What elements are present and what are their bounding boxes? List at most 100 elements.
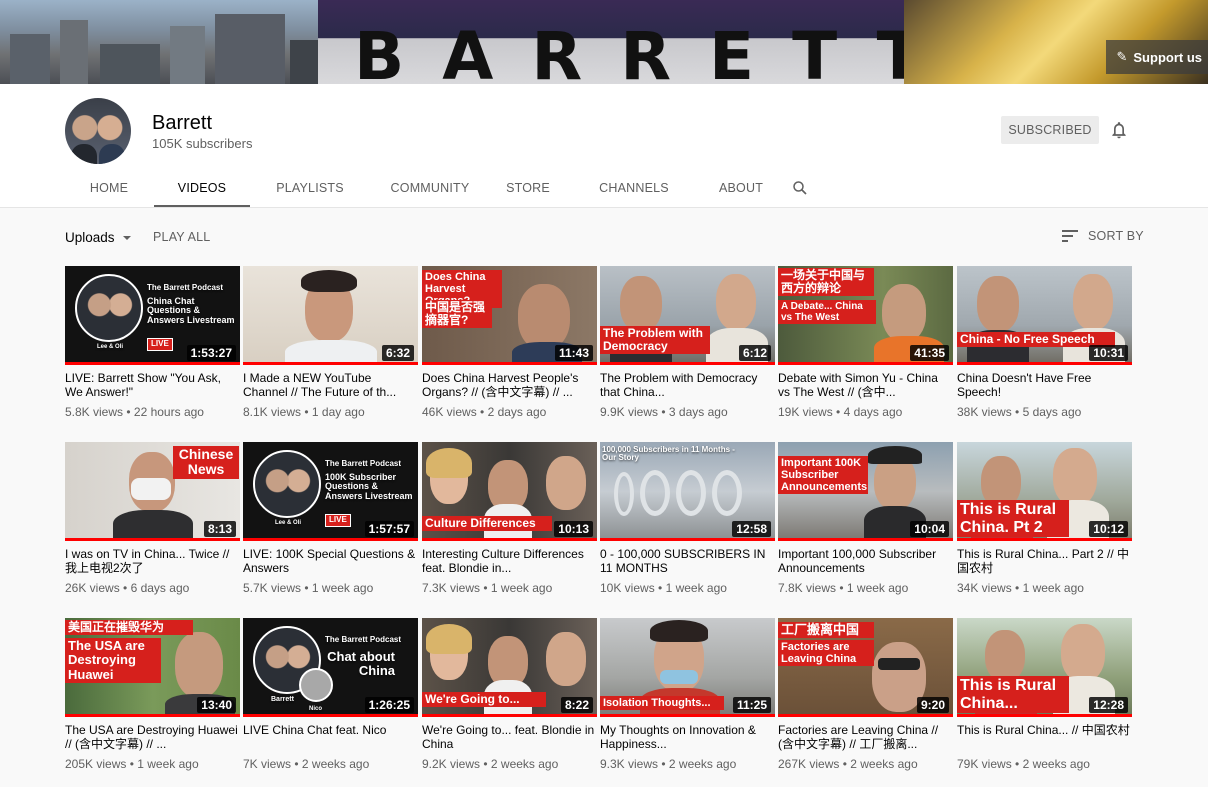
tab-channels[interactable]: CHANNELS — [566, 168, 702, 208]
video-card[interactable]: 100,000 Subscribers in 11 Months - Our S… — [600, 442, 775, 595]
video-card[interactable]: 美国正在摧毁华为 The USA are Destroying Huawei 1… — [65, 618, 240, 771]
tab-about[interactable]: ABOUT — [702, 168, 780, 208]
video-card[interactable]: Isolation Thoughts... 11:25 My Thoughts … — [600, 618, 775, 771]
video-thumbnail[interactable]: Important 100K Subscriber Announcements … — [778, 442, 953, 541]
video-card[interactable]: The Problem with Democracy 6:12 The Prob… — [600, 266, 775, 419]
video-title[interactable]: China Doesn't Have Free Speech! — [957, 372, 1132, 399]
thumb-caption: The Barrett Podcast — [325, 459, 402, 468]
video-thumbnail[interactable]: 100,000 Subscribers in 11 Months - Our S… — [600, 442, 775, 541]
video-thumbnail[interactable]: Isolation Thoughts... 11:25 — [600, 618, 775, 717]
video-title[interactable]: Debate with Simon Yu - China vs The West… — [778, 372, 953, 399]
uploads-dropdown[interactable]: Uploads — [65, 230, 133, 245]
video-age: 1 day ago — [311, 405, 365, 419]
video-title[interactable]: We're Going to... feat. Blondie in China — [422, 724, 597, 751]
video-card[interactable]: 一场关于中国与西方的辩论 A Debate... China vs The We… — [778, 266, 953, 419]
thumb-small-label-2: Nico — [309, 706, 323, 712]
video-card[interactable]: This is Rural China. Pt 2 10:12 This is … — [957, 442, 1132, 595]
video-title[interactable]: The USA are Destroying Huawei // (含中文字幕)… — [65, 724, 240, 751]
watch-progress-bar — [778, 714, 953, 717]
video-thumbnail[interactable]: We're Going to... 8:22 — [422, 618, 597, 717]
tab-videos[interactable]: VIDEOS — [154, 168, 250, 208]
watch-progress-bar — [778, 538, 953, 541]
tab-playlists[interactable]: PLAYLISTS — [250, 168, 370, 208]
video-title[interactable]: 0 - 100,000 SUBSCRIBERS IN 11 MONTHS — [600, 548, 775, 575]
video-title[interactable]: This is Rural China... Part 2 // 中国农村 — [957, 548, 1132, 575]
watch-progress-bar — [422, 538, 597, 541]
notification-bell-icon[interactable] — [1109, 120, 1129, 140]
edit-icon: ✎ — [1116, 49, 1128, 64]
channel-avatar[interactable] — [65, 98, 131, 164]
thumb-small-label: Lee & Oli — [97, 344, 124, 350]
channel-name: Barrett — [152, 112, 213, 134]
sort-by-button[interactable]: SORT BY — [1062, 229, 1144, 243]
video-thumbnail[interactable]: The Barrett Podcast Chat about China Bar… — [243, 618, 418, 717]
video-card[interactable]: We're Going to... 8:22 We're Going to...… — [422, 618, 597, 771]
video-views: 10K views — [600, 581, 655, 595]
video-views: 5.8K views — [65, 405, 124, 419]
tab-home[interactable]: HOME — [64, 168, 154, 208]
watch-progress-bar — [778, 362, 953, 365]
video-age: 1 week ago — [665, 581, 727, 595]
video-title[interactable]: Does China Harvest People's Organs? // (… — [422, 372, 597, 399]
tab-store[interactable]: STORE — [490, 168, 566, 208]
video-title[interactable]: I Made a NEW YouTube Channel // The Futu… — [243, 372, 418, 399]
video-duration: 8:22 — [560, 697, 593, 713]
banner-title-area: BARRETT — [318, 0, 922, 84]
thumb-subcaption: Factories are Leaving China — [778, 640, 874, 667]
video-thumbnail[interactable]: 一场关于中国与西方的辩论 A Debate... China vs The We… — [778, 266, 953, 365]
subscribed-button[interactable]: SUBSCRIBED — [1001, 116, 1099, 144]
watch-progress-bar — [243, 714, 418, 717]
thumb-caption: 工厂搬离中国 — [778, 622, 874, 639]
video-title[interactable]: Interesting Culture Differences feat. Bl… — [422, 548, 597, 575]
video-card[interactable]: The Barrett Podcast China Chat Questions… — [65, 266, 240, 419]
video-meta: 8.1K views • 1 day ago — [243, 405, 365, 419]
video-thumbnail[interactable]: 美国正在摧毁华为 The USA are Destroying Huawei 1… — [65, 618, 240, 717]
thumb-caption: We're Going to... — [422, 692, 546, 708]
video-title[interactable]: My Thoughts on Innovation & Happiness... — [600, 724, 775, 751]
video-thumbnail[interactable]: The Barrett Podcast 100K Subscriber Ques… — [243, 442, 418, 541]
channel-search-button[interactable] — [780, 168, 820, 208]
play-all-button[interactable]: PLAY ALL — [153, 230, 210, 244]
video-thumbnail[interactable]: 6:32 — [243, 266, 418, 365]
video-age: 5 days ago — [1022, 405, 1082, 419]
video-title[interactable]: LIVE: Barrett Show "You Ask, We Answer!" — [65, 372, 240, 399]
support-us-button[interactable]: ✎ Support us — [1106, 40, 1208, 74]
video-card[interactable]: The Barrett Podcast 100K Subscriber Ques… — [243, 442, 418, 595]
video-title[interactable]: LIVE: 100K Special Questions & Answers — [243, 548, 418, 575]
video-duration: 10:04 — [910, 521, 949, 537]
tab-community[interactable]: COMMUNITY — [370, 168, 490, 208]
video-thumbnail[interactable]: Does China Harvest Organs? 中国是否强摘器官? 11:… — [422, 266, 597, 365]
thumb-subcaption: China Chat Questions & Answers Livestrea… — [147, 296, 235, 325]
thumb-small-label: Lee & Oli — [275, 520, 302, 526]
video-card[interactable]: Chinese News 8:13 I was on TV in China..… — [65, 442, 240, 595]
video-thumbnail[interactable]: This is Rural China... 12:28 — [957, 618, 1132, 717]
thumb-caption: 美国正在摧毁华为 — [65, 620, 193, 636]
video-views: 34K views — [957, 581, 1012, 595]
video-thumbnail[interactable]: This is Rural China. Pt 2 10:12 — [957, 442, 1132, 541]
video-card[interactable]: China - No Free Speech 10:31 China Doesn… — [957, 266, 1132, 419]
watch-progress-bar — [243, 362, 418, 365]
video-title[interactable]: This is Rural China... // 中国农村 — [957, 724, 1132, 751]
thumb-caption: Culture Differences — [422, 516, 552, 532]
video-card[interactable]: 6:32 I Made a NEW YouTube Channel // The… — [243, 266, 418, 419]
banner-city-photo — [0, 0, 318, 84]
video-views: 9.3K views — [600, 757, 659, 771]
video-thumbnail[interactable]: 工厂搬离中国 Factories are Leaving China 9:20 — [778, 618, 953, 717]
video-card[interactable]: Culture Differences 10:13 Interesting Cu… — [422, 442, 597, 595]
thumb-subcaption: Chat about China — [327, 649, 395, 678]
video-card[interactable]: Important 100K Subscriber Announcements … — [778, 442, 953, 595]
video-card[interactable]: Does China Harvest Organs? 中国是否强摘器官? 11:… — [422, 266, 597, 419]
video-title[interactable]: Important 100,000 Subscriber Announcemen… — [778, 548, 953, 575]
video-thumbnail[interactable]: China - No Free Speech 10:31 — [957, 266, 1132, 365]
video-title[interactable]: Factories are Leaving China // (含中文字幕) /… — [778, 724, 953, 751]
video-card[interactable]: This is Rural China... 12:28 This is Rur… — [957, 618, 1132, 771]
video-title[interactable]: LIVE China Chat feat. Nico — [243, 724, 418, 751]
video-thumbnail[interactable]: Chinese News 8:13 — [65, 442, 240, 541]
video-card[interactable]: 工厂搬离中国 Factories are Leaving China 9:20 … — [778, 618, 953, 771]
video-thumbnail[interactable]: The Barrett Podcast China Chat Questions… — [65, 266, 240, 365]
video-title[interactable]: The Problem with Democracy that China... — [600, 372, 775, 399]
video-title[interactable]: I was on TV in China... Twice // 我上电视2次了 — [65, 548, 240, 575]
video-thumbnail[interactable]: The Problem with Democracy 6:12 — [600, 266, 775, 365]
video-thumbnail[interactable]: Culture Differences 10:13 — [422, 442, 597, 541]
video-card[interactable]: The Barrett Podcast Chat about China Bar… — [243, 618, 418, 771]
